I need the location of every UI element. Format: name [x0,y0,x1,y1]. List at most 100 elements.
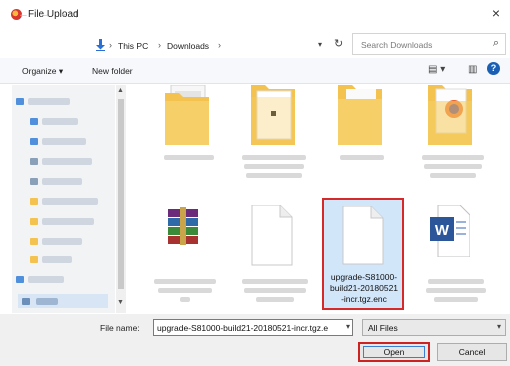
breadcrumb-this-pc[interactable]: This PC [118,41,148,51]
file-name-label [164,155,214,160]
pictures-icon [30,178,38,185]
folder-icon [165,84,209,145]
word-document-item[interactable]: W [414,204,496,302]
archive-icon [168,207,198,245]
folder-item[interactable] [148,84,230,160]
folder-item[interactable] [324,85,406,160]
help-icon[interactable]: ? [487,62,500,75]
file-name-label [244,288,306,293]
back-icon[interactable]: ← [18,8,29,20]
nav-item[interactable] [28,98,70,105]
file-name-label [424,164,482,169]
nav-item[interactable] [28,276,64,283]
file-name-input[interactable]: upgrade-S81000-build21-20180521-incr.tgz… [153,319,353,336]
refresh-icon[interactable]: ↻ [334,37,343,50]
breadcrumb-separator: › [109,40,112,50]
close-icon[interactable]: × [492,5,500,21]
search-icon: ⌕ [492,37,499,49]
organize-button[interactable]: Organize ▾ [22,66,63,77]
scroll-thumb[interactable] [118,99,124,289]
file-name-label [180,297,190,302]
search-placeholder: Search Downloads [361,40,433,50]
nav-item-selected[interactable] [18,294,108,308]
nav-item[interactable] [42,118,78,125]
downloads-icon [96,39,105,51]
folder-item[interactable] [412,85,494,178]
view-icon[interactable]: ▤ ▾ [428,64,445,75]
document-icon [342,206,384,265]
file-name-label [434,297,478,302]
nav-item-label [36,298,58,305]
file-name-label [246,173,302,178]
file-name-label [154,279,216,284]
cancel-button[interactable]: Cancel [437,343,507,361]
nav-item[interactable] [42,158,92,165]
quick-access-icon [16,98,24,105]
selected-file-name-line: upgrade-S81000- [330,272,398,282]
folder-icon [338,85,382,145]
word-icon: W [430,204,471,258]
file-name-label [242,279,308,284]
scroll-up-icon[interactable]: ▲ [117,87,124,94]
folder-icon [428,85,472,145]
file-name-label [158,288,212,293]
chevron-down-icon: ▾ [496,322,501,331]
selected-file-name-line: -incr.tgz.enc [341,294,387,304]
nav-item[interactable] [42,256,72,263]
file-name-label [256,297,294,302]
file-name-label: File name: [100,323,140,333]
window-title: File Upload [28,9,79,20]
breadcrumb-separator: › [218,40,221,50]
svg-text:W: W [435,222,450,239]
documents-icon [30,158,38,165]
file-name-label [244,164,304,169]
preview-pane-icon[interactable]: ▥ [468,64,477,75]
document-icon [251,204,293,266]
document-item[interactable] [234,204,316,302]
nav-item[interactable] [42,238,82,245]
folder-icon [251,85,295,145]
folder-icon [30,238,38,245]
file-type-value: All Files [368,323,398,333]
recent-locations-icon[interactable]: ⌄ [60,8,68,19]
open-button[interactable]: Open [358,342,430,362]
file-name-label [430,173,476,178]
desktop-icon [30,118,38,125]
selected-file-name: upgrade-S81000- build21-20180521 -incr.t… [326,272,402,305]
file-list: W [130,84,508,313]
address-dropdown-icon[interactable]: ▾ [318,40,322,49]
file-name-label [426,288,486,293]
chevron-down-icon[interactable]: ▾ [346,322,350,331]
nav-item[interactable] [42,178,82,185]
scroll-down-icon[interactable]: ▼ [117,299,124,306]
forward-icon[interactable]: → [40,8,51,20]
search-input[interactable]: Search Downloads ⌕ [352,33,506,55]
file-name-label [242,155,306,160]
nav-item[interactable] [42,218,94,225]
navigation-pane [12,85,115,313]
file-type-select[interactable]: All Files ▾ [362,319,506,336]
selected-file-name-line: build21-20180521 [329,283,399,293]
folder-item[interactable] [234,85,316,178]
archive-item[interactable] [144,205,226,302]
command-bar: Organize ▾ New folder ▤ ▾ ▥ ? [0,58,510,84]
new-folder-button[interactable]: New folder [92,66,133,76]
file-name-label [340,155,384,160]
breadcrumb-separator: › [158,40,161,50]
downloads-icon [30,138,38,145]
folder-icon [30,198,38,205]
folder-icon [30,218,38,225]
nav-item[interactable] [42,138,86,145]
up-icon[interactable]: ↑ [74,8,80,20]
dialog-footer: File name: upgrade-S81000-build21-201805… [0,314,510,366]
folder-icon [30,256,38,263]
nav-item[interactable] [42,198,98,205]
file-name-label [422,155,484,160]
open-button-label: Open [363,346,425,358]
onedrive-icon [16,276,24,283]
file-name-value: upgrade-S81000-build21-20180521-incr.tgz… [157,323,329,333]
selected-file-item[interactable]: upgrade-S81000- build21-20180521 -incr.t… [322,198,404,310]
breadcrumb-downloads[interactable]: Downloads [167,41,209,51]
this-pc-icon [22,298,30,305]
navigation-scrollbar[interactable]: ▲ ▼ [116,85,126,313]
